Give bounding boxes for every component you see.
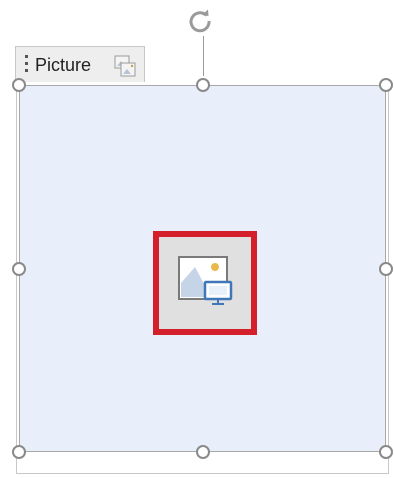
- picture-options-icon[interactable]: [112, 53, 138, 79]
- content-control-tab[interactable]: Picture: [15, 46, 145, 82]
- resize-handle-left[interactable]: [12, 262, 26, 276]
- insert-picture-icon: [178, 256, 233, 305]
- rotate-handle-stem: [203, 36, 204, 76]
- resize-handle-top-right[interactable]: [379, 78, 393, 92]
- document-canvas: Picture: [0, 0, 394, 478]
- drag-grip-icon[interactable]: [25, 55, 29, 75]
- rotate-icon[interactable]: [186, 7, 214, 35]
- content-control-title: Picture: [35, 55, 92, 75]
- resize-handle-top-left[interactable]: [12, 78, 26, 92]
- insert-picture-button[interactable]: [153, 231, 257, 335]
- resize-handle-bottom[interactable]: [196, 445, 210, 459]
- resize-handle-bottom-left[interactable]: [12, 445, 26, 459]
- resize-handle-bottom-right[interactable]: [379, 445, 393, 459]
- resize-handle-right[interactable]: [379, 262, 393, 276]
- resize-handle-top[interactable]: [196, 78, 210, 92]
